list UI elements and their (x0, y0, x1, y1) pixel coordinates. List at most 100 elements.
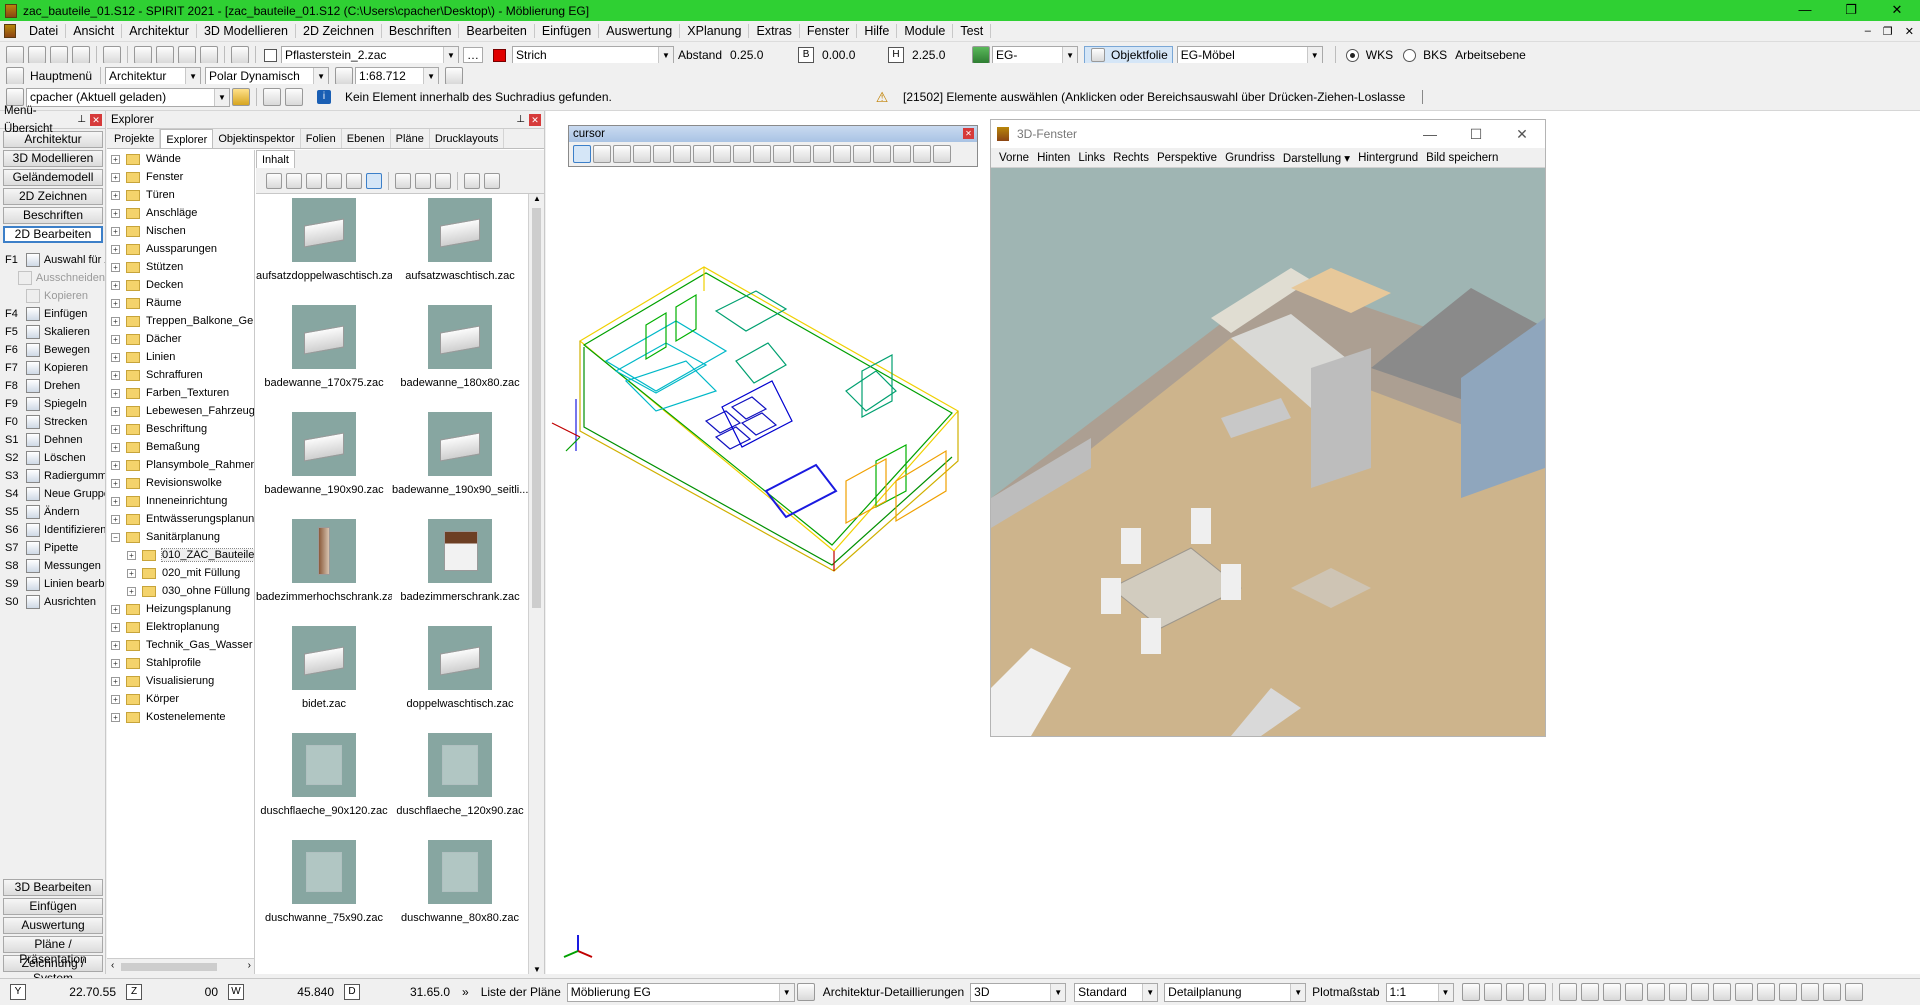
menu-bearbeiten[interactable]: Bearbeiten (459, 24, 535, 38)
thumbnail-item[interactable]: doppelwaschtisch.zac (392, 626, 528, 733)
menu-2d-zeichnen[interactable]: 2D Zeichnen (296, 24, 382, 38)
tree-item[interactable]: + Fenster (107, 168, 254, 186)
grid-icon[interactable] (1483, 983, 1502, 1001)
category-auswertung[interactable]: Auswertung (3, 917, 103, 934)
eraser-icon[interactable] (733, 145, 751, 163)
color-wheel-icon[interactable] (633, 145, 651, 163)
snap-icon[interactable] (1558, 983, 1577, 1001)
clipboard-icon[interactable] (134, 46, 152, 64)
tree-item[interactable]: +030_ohne Füllung (107, 582, 254, 600)
view-details-icon[interactable] (326, 172, 342, 189)
window-icon[interactable] (1527, 983, 1546, 1001)
tree-item[interactable]: + Türen (107, 186, 254, 204)
pointer-icon[interactable] (573, 145, 591, 163)
browse-button[interactable]: … (463, 47, 483, 63)
table-icon[interactable] (445, 67, 464, 85)
function-key-item[interactable]: S4 Neue Gruppe (0, 485, 105, 503)
chevron-down-icon[interactable]: ▼ (313, 67, 329, 85)
zoom-window-icon[interactable] (1822, 983, 1841, 1001)
scrollbar-thumb[interactable] (532, 208, 541, 608)
thumbnail-item[interactable]: aufsatzdoppelwaschtisch.zac (256, 198, 392, 305)
pipette-icon[interactable] (713, 145, 731, 163)
expand-icon[interactable]: + (111, 694, 120, 704)
plan-settings-icon[interactable] (796, 983, 815, 1001)
chevron-down-icon[interactable]: ▼ (1437, 983, 1453, 1001)
mdi-close-button[interactable]: ✕ (1905, 25, 1914, 38)
refresh-icon[interactable] (484, 172, 500, 189)
tree-item[interactable]: + Stahlprofile (107, 654, 254, 672)
color-wheel-icon[interactable] (1461, 983, 1480, 1001)
expand-icon[interactable]: + (111, 190, 120, 200)
mdi-restore-button[interactable]: ❐ (1883, 25, 1893, 38)
hauptmenu-button[interactable]: Hauptmenü (30, 69, 92, 83)
view-3-icon[interactable] (1624, 983, 1643, 1001)
tree-item[interactable]: + Bemaßung (107, 438, 254, 456)
tree-item[interactable]: + Kostenelemente (107, 708, 254, 726)
detail-combo[interactable]: 3D ▼ (970, 982, 1067, 1002)
tree-item[interactable]: + Technik_Gas_Wasser (107, 636, 254, 654)
expand-icon[interactable]: + (111, 478, 120, 488)
pin-icon[interactable]: ⊥ (516, 111, 525, 129)
function-key-item[interactable]: F8 Drehen (0, 377, 105, 395)
tab-explorer[interactable]: Explorer (160, 129, 214, 148)
view-5-icon[interactable] (1668, 983, 1687, 1001)
expand-icon[interactable]: + (111, 496, 120, 506)
bks-radio[interactable] (1403, 48, 1417, 62)
function-key-item[interactable]: F1 Auswahl für Z... (0, 251, 105, 269)
tree-item[interactable]: +020_mit Füllung (107, 564, 254, 582)
tree-item[interactable]: + Inneneinrichtung (107, 492, 254, 510)
folie-combo[interactable]: EG-Möbel ▼ (1176, 45, 1323, 65)
arbeitsebene-label[interactable]: Arbeitsebene (1455, 48, 1526, 62)
expand-icon[interactable]: + (111, 280, 120, 290)
tree-item[interactable]: + Dächer (107, 330, 254, 348)
function-key-item[interactable]: S9 Linien bearbei... (0, 575, 105, 593)
import-icon[interactable] (231, 46, 249, 64)
color-swatch[interactable] (493, 48, 506, 62)
pin-icon[interactable]: ⊥ (77, 111, 86, 129)
chevron-down-icon[interactable]: ▼ (1050, 983, 1066, 1001)
redo-icon[interactable] (285, 88, 303, 106)
drawing-area[interactable]: cursor ✕ 3D-Fenster — ☐ ✕ Vorne Hinten L… (546, 111, 1920, 974)
undo-icon[interactable] (263, 88, 281, 106)
tree-item[interactable]: + Aussparungen (107, 240, 254, 258)
maximize-button[interactable]: ❐ (1828, 0, 1874, 21)
menu-3d-item[interactable]: Grundriss (1221, 152, 1279, 164)
category-gelaendemodell[interactable]: Geländemodell (3, 169, 103, 186)
function-key-item[interactable]: S5 Ändern (0, 503, 105, 521)
function-key-item[interactable]: F5 Skalieren (0, 323, 105, 341)
function-key-item[interactable]: S3 Radiergummi (0, 467, 105, 485)
menu-3d-modellieren[interactable]: 3D Modellieren (197, 24, 297, 38)
new-folder-icon[interactable] (415, 172, 431, 189)
view-tiles-icon[interactable] (346, 172, 362, 189)
expand-icon[interactable]: + (111, 424, 120, 434)
expand-icon[interactable]: + (111, 514, 120, 524)
tree-item[interactable]: + Farben_Texturen (107, 384, 254, 402)
pen-alt-icon[interactable] (693, 145, 711, 163)
symbol-checkbox[interactable] (264, 48, 277, 62)
arrow-down-icon[interactable] (1756, 983, 1775, 1001)
save-as-icon[interactable] (72, 46, 90, 64)
intersection-icon[interactable] (833, 145, 851, 163)
function-key-item[interactable]: F6 Bewegen (0, 341, 105, 359)
tree-item[interactable]: + Entwässerungsplanung (107, 510, 254, 528)
ruler-icon[interactable] (335, 67, 354, 85)
thumbnail-item[interactable]: badewanne_180x80.zac (392, 305, 528, 412)
expand-icon[interactable]: + (111, 316, 120, 326)
category-3d-modellieren[interactable]: 3D Modellieren (3, 150, 103, 167)
chevron-down-icon[interactable]: ▼ (1062, 46, 1078, 64)
folder-up-icon[interactable] (395, 172, 411, 189)
scrollbar-thumb[interactable] (121, 963, 217, 971)
polar-combo[interactable]: Polar Dynamisch ▼ (205, 66, 330, 86)
tree-item[interactable]: + Räume (107, 294, 254, 312)
detailplanung-combo[interactable]: Detailplanung ▼ (1164, 982, 1307, 1002)
thumbnail-item[interactable]: duschflaeche_120x90.zac (392, 733, 528, 840)
layer-icon[interactable] (972, 46, 991, 64)
wks-radio[interactable] (1345, 48, 1359, 62)
z-coordinate[interactable]: 00 (152, 985, 218, 999)
expand-icon[interactable]: + (111, 712, 120, 722)
magnet-edge-icon[interactable] (813, 145, 831, 163)
chevron-down-icon[interactable]: ▼ (658, 46, 673, 64)
lock-icon[interactable] (232, 88, 250, 106)
w-value[interactable]: 45.840 (254, 985, 334, 999)
pan-icon[interactable] (593, 145, 611, 163)
